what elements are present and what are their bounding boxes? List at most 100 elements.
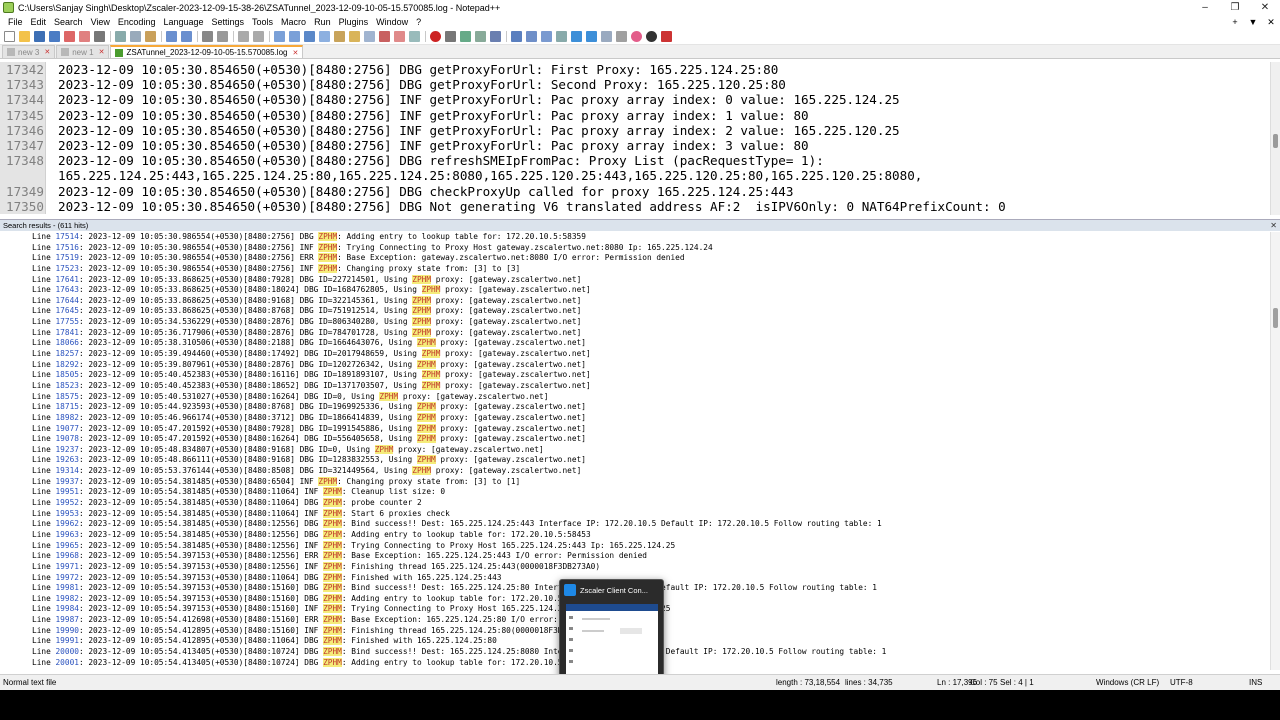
menu-encoding[interactable]: Encoding [114,17,160,27]
search-result-line[interactable]: Line 18292: 2023-12-09 10:05:39.807961(+… [0,359,1280,371]
search-result-line[interactable]: Line 19953: 2023-12-09 10:05:54.381485(+… [0,508,1280,520]
diff-up-icon[interactable] [571,31,582,42]
diff-clear-icon[interactable] [556,31,567,42]
editor-line[interactable]: 17345 2023-12-09 10:05:30.854650(+0530)[8… [0,107,1280,123]
status-encoding[interactable]: UTF-8 [1170,675,1193,690]
menu-view[interactable]: View [87,17,114,27]
editor-line[interactable]: 17342 2023-12-09 10:05:30.854650(+0530)[8… [0,62,1280,78]
sync-vertical-icon[interactable] [274,31,285,42]
menu-file[interactable]: File [4,17,27,27]
tab-close-icon[interactable]: ✕ [44,48,50,56]
search-result-line[interactable]: Line 19963: 2023-12-09 10:05:54.381485(+… [0,529,1280,541]
editor-line[interactable]: 17347 2023-12-09 10:05:30.854650(+0530)[8… [0,137,1280,154]
tab-zsatunnel-log[interactable]: ZSATunnel_2023-12-09-10-05-15.570085.log… [110,45,304,58]
search-result-line[interactable]: Line 19263: 2023-12-09 10:05:48.866111(+… [0,455,1280,466]
search-result-line[interactable]: Line 19951: 2023-12-09 10:05:54.381485(+… [0,487,1280,498]
tab-close-icon[interactable]: ✕ [292,49,298,57]
stop-record-icon[interactable] [445,31,456,42]
indent-guide-icon[interactable] [334,31,345,42]
search-result-line[interactable]: Line 19962: 2023-12-09 10:05:54.381485(+… [0,519,1280,530]
search-result-line[interactable]: Line 17516: 2023-12-09 10:05:30.986554(+… [0,242,1280,254]
function-list-icon[interactable] [379,31,390,42]
sync-horizontal-icon[interactable] [289,31,300,42]
search-result-line[interactable]: Line 19314: 2023-12-09 10:05:53.376144(+… [0,466,1280,477]
search-result-line[interactable]: Line 19952: 2023-12-09 10:05:54.381485(+… [0,498,1280,509]
compare-icon[interactable] [511,31,522,42]
menu-settings[interactable]: Settings [208,17,249,27]
paste-icon[interactable] [145,31,156,42]
search-result-line[interactable]: Line 17644: 2023-12-09 10:05:33.868625(+… [0,295,1280,307]
search-result-line[interactable]: Line 19968: 2023-12-09 10:05:54.397153(+… [0,551,1280,562]
tab-new-1[interactable]: new 1 ✕ [56,45,110,58]
cut-icon[interactable] [115,31,126,42]
search-result-line[interactable]: Line 19078: 2023-12-09 10:05:47.201592(+… [0,434,1280,445]
menu-window[interactable]: Window [372,17,412,27]
menu-tools[interactable]: Tools [248,17,277,27]
results-scrollbar[interactable] [1270,232,1280,670]
diff-first-icon[interactable] [541,31,552,42]
search-result-line[interactable]: Line 17641: 2023-12-09 10:05:33.868625(+… [0,274,1280,286]
search-result-line[interactable]: Line 17841: 2023-12-09 10:05:36.717906(+… [0,327,1280,339]
search-result-line[interactable]: Line 17514: 2023-12-09 10:05:30.986554(+… [0,232,1280,243]
heart-icon[interactable] [631,31,642,42]
menu-edit[interactable]: Edit [27,17,51,27]
diff-settings-icon[interactable] [616,31,627,42]
run-multiple-icon[interactable] [475,31,486,42]
zoom-out-icon[interactable] [253,31,264,42]
menu-plugins[interactable]: Plugins [335,17,373,27]
editor-line[interactable]: 17349 2023-12-09 10:05:30.854650(+0530)[8… [0,183,1280,199]
maximize-button[interactable]: ❐ [1220,2,1250,13]
playback-icon[interactable] [460,31,471,42]
menu-run[interactable]: Run [310,17,335,27]
redo-icon[interactable] [181,31,192,42]
search-result-line[interactable]: Line 17645: 2023-12-09 10:05:33.868625(+… [0,306,1280,317]
search-result-line[interactable]: Line 19077: 2023-12-09 10:05:47.201592(+… [0,423,1280,435]
editor-line[interactable]: 17348 2023-12-09 10:05:30.854650(+0530)[8… [0,153,1280,169]
folder-workspace-icon[interactable] [394,31,405,42]
new-file-icon[interactable] [4,31,15,42]
zoom-in-icon[interactable] [238,31,249,42]
define-language-icon[interactable] [349,31,360,42]
bomb-icon[interactable] [646,31,657,42]
search-result-line[interactable]: Line 19971: 2023-12-09 10:05:54.397153(+… [0,561,1280,573]
show-all-chars-icon[interactable] [319,31,330,42]
search-result-line[interactable]: Line 19937: 2023-12-09 10:05:54.381485(+… [0,476,1280,488]
editor-scrollbar[interactable] [1270,62,1280,215]
new-tab-plus-button[interactable]: + [1226,17,1244,27]
close-document-button[interactable]: ✕ [1262,17,1280,28]
search-result-line[interactable]: Line 17755: 2023-12-09 10:05:34.536229(+… [0,317,1280,328]
search-result-line[interactable]: Line 18505: 2023-12-09 10:05:40.452383(+… [0,370,1280,381]
search-result-line[interactable]: Line 17523: 2023-12-09 10:05:30.986554(+… [0,263,1280,275]
close-all-icon[interactable] [79,31,90,42]
search-result-line[interactable]: Line 18066: 2023-12-09 10:05:38.310506(+… [0,338,1280,349]
save-macro-icon[interactable] [490,31,501,42]
tab-list-dropdown-button[interactable]: ▼ [1244,17,1262,27]
editor-scroll-thumb[interactable] [1273,134,1278,148]
tools-cross-icon[interactable] [661,31,672,42]
search-result-line[interactable]: Line 17519: 2023-12-09 10:05:30.986554(+… [0,253,1280,264]
close-window-button[interactable]: ✕ [1250,2,1280,13]
find-icon[interactable] [202,31,213,42]
save-icon[interactable] [34,31,45,42]
record-macro-icon[interactable] [430,31,441,42]
search-result-line[interactable]: Line 18982: 2023-12-09 10:05:46.966174(+… [0,412,1280,424]
undo-icon[interactable] [166,31,177,42]
search-result-line[interactable]: Line 18523: 2023-12-09 10:05:40.452383(+… [0,380,1280,392]
copy-icon[interactable] [130,31,141,42]
editor-line[interactable]: 17344 2023-12-09 10:05:30.854650(+0530)[8… [0,92,1280,108]
tab-new-3[interactable]: new 3 ✕ [2,45,56,58]
search-result-line[interactable]: Line 18257: 2023-12-09 10:05:39.494460(+… [0,349,1280,360]
print-icon[interactable] [94,31,105,42]
editor-line[interactable]: 17350 2023-12-09 10:05:30.854650(+0530)[8… [0,198,1280,214]
search-result-line[interactable]: Line 18715: 2023-12-09 10:05:44.923593(+… [0,402,1280,413]
search-results-close-icon[interactable]: ✕ [1270,220,1277,231]
monitoring-eye-icon[interactable] [409,31,420,42]
close-file-icon[interactable] [64,31,75,42]
menu-language[interactable]: Language [159,17,207,27]
document-map-icon[interactable] [364,31,375,42]
save-all-icon[interactable] [49,31,60,42]
status-eol[interactable]: Windows (CR LF) [1096,675,1159,690]
editor-pane[interactable]: 17342 2023-12-09 10:05:30.854650(+0530)[8… [0,62,1280,215]
word-wrap-icon[interactable] [304,31,315,42]
tab-close-icon[interactable]: ✕ [99,48,105,56]
